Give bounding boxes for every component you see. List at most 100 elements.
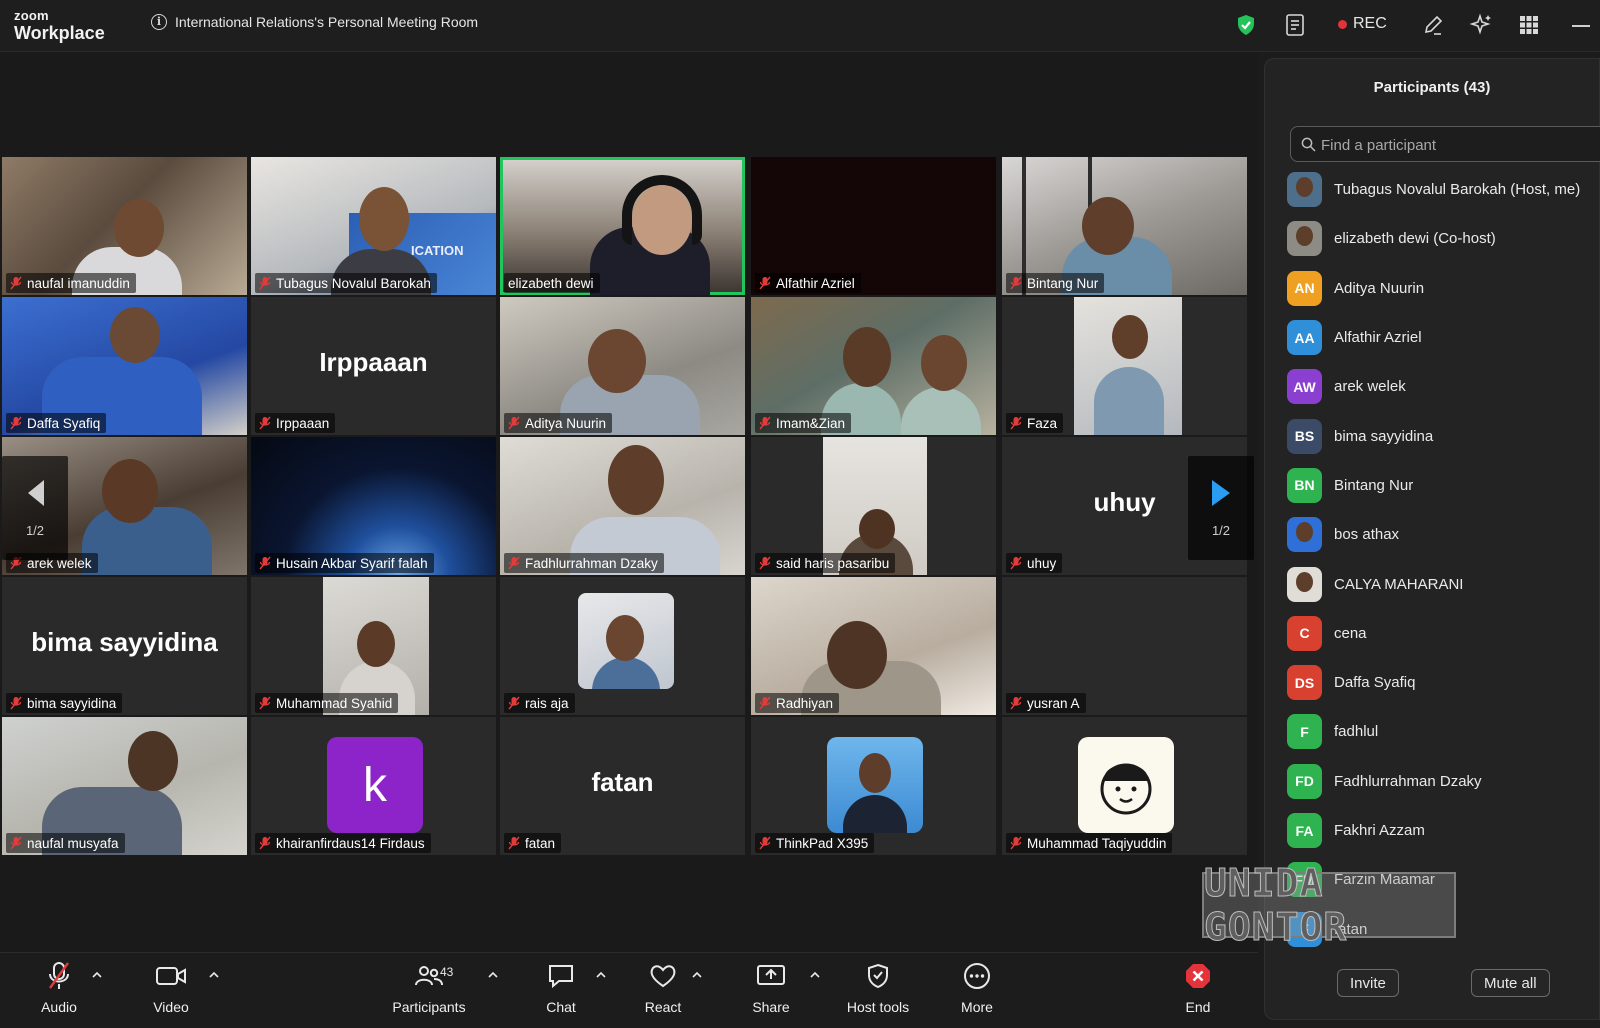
tile-name: Imam&Zian [776, 415, 846, 431]
tile-name: Faza [1027, 415, 1058, 431]
video-tile[interactable]: Radhiyan [751, 577, 996, 715]
ai-companion-icon[interactable] [1468, 12, 1494, 38]
video-tile[interactable]: k khairanfirdaus14 Firdaus [251, 717, 496, 855]
muted-mic-icon [10, 696, 22, 710]
video-tile[interactable]: Fadhlurrahman Dzaky [500, 437, 745, 575]
video-tile[interactable]: Faza [1002, 297, 1247, 435]
chat-button[interactable]: Chat [516, 961, 606, 1015]
audio-label: Audio [41, 999, 77, 1015]
participant-row[interactable]: Ccena [1287, 609, 1600, 658]
video-tile[interactable]: Husain Akbar Syarif falah [251, 437, 496, 575]
invite-button[interactable]: Invite [1337, 969, 1399, 997]
video-tile[interactable]: naufal imanuddin [2, 157, 247, 295]
pencil-icon[interactable] [1420, 12, 1446, 38]
transcript-icon[interactable] [1283, 12, 1309, 38]
video-tile[interactable]: fatan fatan [500, 717, 745, 855]
video-tile[interactable]: ICATION Tubagus Novalul Barokah [251, 157, 496, 295]
name-tag: Tubagus Novalul Barokah [255, 273, 437, 293]
shield-check-icon[interactable] [1234, 12, 1258, 38]
participant-row[interactable]: AA Alfathir Azriel [1287, 313, 1600, 362]
video-options-caret-icon[interactable] [207, 967, 221, 981]
share-button[interactable]: Share [726, 961, 816, 1015]
arrow-left-icon [24, 478, 46, 513]
participant-row[interactable]: Ffadhlul [1287, 707, 1600, 756]
background-banner-text: ICATION [411, 243, 464, 258]
chat-options-caret-icon[interactable] [594, 967, 608, 981]
tile-name: Radhiyan [776, 695, 834, 711]
participant-row[interactable]: bos athax [1287, 510, 1600, 559]
name-tag: Irppaaan [255, 413, 336, 433]
tile-name: fatan [525, 835, 556, 851]
participant-row[interactable]: AN Aditya Nuurin [1287, 264, 1600, 313]
participant-list: Tubagus Novalul Barokah (Host, me) elizab… [1287, 165, 1600, 954]
mute-all-button[interactable]: Mute all [1471, 969, 1550, 997]
audio-options-caret-icon[interactable] [90, 967, 104, 981]
tile-name: Fadhlurrahman Dzaky [525, 555, 658, 571]
participant-row[interactable]: Tubagus Novalul Barokah (Host, me) [1287, 165, 1600, 214]
participant-row[interactable]: elizabeth dewi (Co-host) [1287, 214, 1600, 263]
name-tag: naufal musyafa [6, 833, 125, 853]
tile-name: Alfathir Azriel [776, 275, 855, 291]
page-indicator: 1/2 [1211, 523, 1231, 538]
share-options-caret-icon[interactable] [808, 967, 822, 981]
participant-row[interactable]: FD Fadhlurrahman Dzaky [1287, 757, 1600, 806]
video-tile[interactable]: Irppaaan Irppaaan [251, 297, 496, 435]
participant-row[interactable]: CALYA MAHARANI [1287, 559, 1600, 608]
chat-bubble-icon [547, 963, 575, 994]
video-tile[interactable]: Bintang Nur [1002, 157, 1247, 295]
active-speaker-tile[interactable]: elizabeth dewi [500, 157, 745, 295]
tile-name: Aditya Nuurin [525, 415, 607, 431]
info-icon[interactable]: i [151, 14, 167, 30]
muted-mic-icon [10, 416, 22, 430]
video-tile[interactable]: Alfathir Azriel [751, 157, 996, 295]
next-page-button[interactable]: 1/2 [1188, 456, 1254, 560]
participants-options-caret-icon[interactable] [486, 967, 500, 981]
page-indicator: 1/2 [25, 523, 45, 538]
video-tile[interactable]: bima sayyidina bima sayyidina [2, 577, 247, 715]
participants-button[interactable]: 43 Participants [384, 961, 474, 1015]
tile-name: yusran A [1027, 695, 1080, 711]
react-options-caret-icon[interactable] [690, 967, 704, 981]
video-tile[interactable]: Aditya Nuurin [500, 297, 745, 435]
video-tile[interactable]: naufal musyafa [2, 717, 247, 855]
participant-avatar: AA [1287, 320, 1322, 356]
watermark: UNIDA GONTOR [1202, 861, 1456, 950]
video-camera-icon [155, 965, 187, 992]
minimize-icon[interactable] [1572, 25, 1590, 27]
mic-muted-icon [47, 961, 71, 996]
apps-grid-icon[interactable] [1516, 12, 1542, 38]
participant-row[interactable]: FA Fakhri Azzam [1287, 806, 1600, 855]
participant-row[interactable]: BS bima sayyidina [1287, 411, 1600, 460]
video-tile[interactable]: rais aja [500, 577, 745, 715]
previous-page-button[interactable]: 1/2 [2, 456, 68, 560]
participant-name: Fadhlurrahman Dzaky [1334, 772, 1482, 790]
tile-name: Bintang Nur [1027, 275, 1099, 291]
share-screen-icon [756, 963, 786, 994]
search-box[interactable] [1290, 126, 1600, 162]
name-tag: Muhammad Syahid [255, 693, 399, 713]
avatar [827, 737, 923, 833]
end-meeting-button[interactable]: End [1153, 961, 1243, 1015]
video-tile[interactable]: Muhammad Syahid [251, 577, 496, 715]
tile-name: Muhammad Taqiyuddin [1027, 835, 1167, 851]
zoom-logo: zoom Workplace [14, 9, 105, 42]
participant-row[interactable]: AW arek welek [1287, 362, 1600, 411]
participant-avatar: C [1287, 615, 1322, 651]
video-tile[interactable]: Imam&Zian [751, 297, 996, 435]
host-tools-button[interactable]: Host tools [832, 961, 924, 1015]
recording-indicator[interactable]: REC [1338, 15, 1387, 33]
video-tile[interactable]: yusran A [1002, 577, 1247, 715]
video-button[interactable]: Video [126, 961, 216, 1015]
more-button[interactable]: More [932, 961, 1022, 1015]
participant-row[interactable]: BN Bintang Nur [1287, 461, 1600, 510]
video-tile[interactable]: ThinkPad X395 [751, 717, 996, 855]
display-name: bima sayyidina [31, 627, 218, 657]
tile-name: Muhammad Syahid [276, 695, 393, 711]
video-tile[interactable]: Daffa Syafiq [2, 297, 247, 435]
display-name: Irppaaan [319, 347, 428, 377]
participant-row[interactable]: DS Daffa Syafiq [1287, 658, 1600, 707]
video-tile[interactable]: said haris pasaribu [751, 437, 996, 575]
name-tag: naufal imanuddin [6, 273, 136, 293]
search-input[interactable] [1321, 135, 1591, 155]
video-tile[interactable]: Muhammad Taqiyuddin [1002, 717, 1247, 855]
